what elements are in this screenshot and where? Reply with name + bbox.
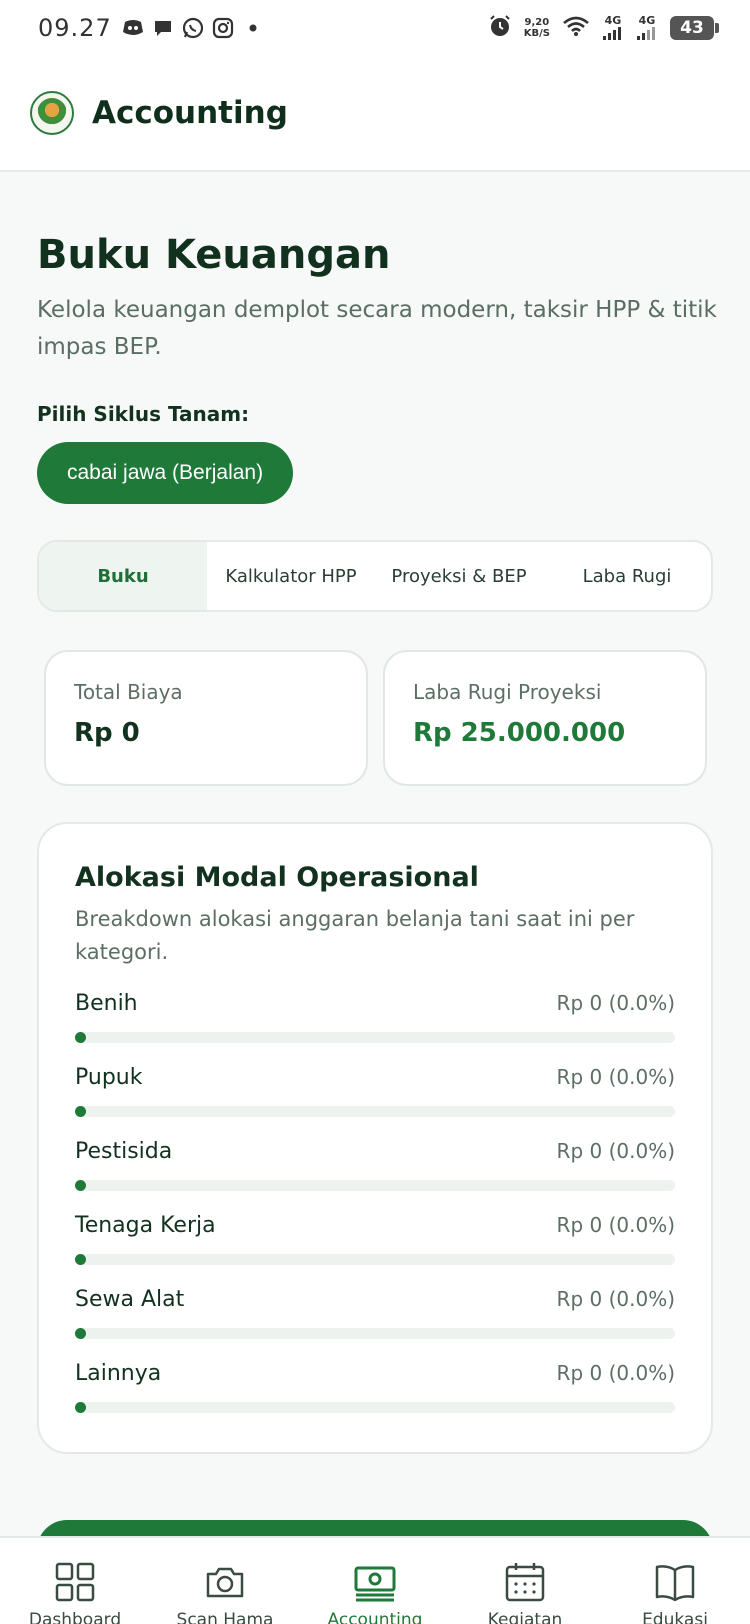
allocation-row-benih: Benih Rp 0 (0.0%) — [75, 983, 675, 1057]
allocation-progress-track — [75, 1180, 675, 1191]
allocation-value: Rp 0 (0.0%) — [556, 1287, 675, 1311]
allocation-progress-track — [75, 1106, 675, 1117]
dot-icon — [242, 17, 264, 39]
status-time: 09.27 — [38, 14, 112, 42]
money-icon — [354, 1566, 396, 1602]
discord-icon — [122, 17, 144, 39]
status-bar: 09.27 9,20 KB/S 4G 4G 43 — [0, 0, 750, 56]
allocation-progress-track — [75, 1402, 675, 1413]
nav-label: Edukasi — [642, 1610, 708, 1624]
nav-kegiatan[interactable]: Kegiatan — [450, 1538, 600, 1624]
nav-scan-hama[interactable]: Scan Hama — [150, 1538, 300, 1624]
network-speed: 9,20 KB/S — [523, 17, 550, 39]
camera-icon — [206, 1567, 244, 1598]
cycle-label: Pilih Siklus Tanam: — [37, 402, 250, 426]
instagram-icon — [212, 17, 234, 39]
allocation-progress-track — [75, 1032, 675, 1043]
calendar-icon — [505, 1563, 545, 1602]
allocation-row-tenaga-kerja: Tenaga Kerja Rp 0 (0.0%) — [75, 1205, 675, 1279]
laba-rugi-label: Laba Rugi Proyeksi — [413, 680, 602, 704]
allocation-name: Lainnya — [75, 1361, 162, 1386]
allocation-progress-fill — [75, 1032, 86, 1043]
nav-label: Kegiatan — [487, 1610, 563, 1624]
allocation-name: Pestisida — [75, 1139, 173, 1164]
app-header: Accounting — [0, 56, 750, 172]
page-title: Buku Keuangan — [37, 232, 391, 278]
allocation-value: Rp 0 (0.0%) — [556, 1361, 675, 1385]
allocation-value: Rp 0 (0.0%) — [556, 991, 675, 1015]
book-icon — [655, 1565, 695, 1602]
laba-rugi-value: Rp 25.000.000 — [413, 718, 626, 748]
signal-2: 4G — [636, 15, 658, 40]
allocation-name: Pupuk — [75, 1065, 143, 1090]
chat-icon — [152, 17, 174, 39]
bottom-nav: Dashboard Scan Hama Accounting Kegiatan … — [0, 1536, 750, 1624]
laba-rugi-card: Laba Rugi Proyeksi Rp 25.000.000 — [383, 650, 707, 786]
status-right: 9,20 KB/S 4G 4G 43 — [488, 14, 719, 42]
tab-proyeksi-bep[interactable]: Proyeksi & BEP — [375, 542, 543, 610]
allocation-row-pestisida: Pestisida Rp 0 (0.0%) — [75, 1131, 675, 1205]
allocation-progress-fill — [75, 1402, 86, 1413]
allocation-progress-fill — [75, 1180, 86, 1191]
allocation-subtitle: Breakdown alokasi anggaran belanja tani … — [75, 907, 635, 964]
allocation-card: Alokasi Modal Operasional Breakdown alok… — [37, 822, 713, 1454]
tab-laba-rugi[interactable]: Laba Rugi — [543, 542, 711, 610]
allocation-progress-fill — [75, 1254, 86, 1265]
nav-label: Accounting — [327, 1610, 423, 1624]
nav-accounting[interactable]: Accounting — [300, 1538, 450, 1624]
battery-indicator: 43 — [670, 16, 719, 40]
app-title: Accounting — [92, 95, 288, 131]
allocation-title: Alokasi Modal Operasional — [75, 862, 479, 893]
total-biaya-value: Rp 0 — [74, 718, 140, 748]
grid-icon — [55, 1562, 95, 1602]
wifi-icon — [562, 15, 590, 41]
total-biaya-card: Total Biaya Rp 0 — [44, 650, 368, 786]
allocation-value: Rp 0 (0.0%) — [556, 1065, 675, 1089]
nav-edukasi[interactable]: Edukasi — [600, 1538, 750, 1624]
nav-dashboard[interactable]: Dashboard — [0, 1538, 150, 1624]
allocation-progress-fill — [75, 1328, 86, 1339]
allocation-value: Rp 0 (0.0%) — [556, 1139, 675, 1163]
tab-kalkulator-hpp[interactable]: Kalkulator HPP — [207, 542, 375, 610]
tab-bar: Buku Kalkulator HPP Proyeksi & BEP Laba … — [37, 540, 713, 612]
allocation-progress-track — [75, 1254, 675, 1265]
allocation-name: Benih — [75, 991, 138, 1016]
page-subtitle: Kelola keuangan demplot secara modern, t… — [37, 297, 717, 360]
nav-label: Scan Hama — [176, 1610, 274, 1624]
allocation-row-sewa-alat: Sewa Alat Rp 0 (0.0%) — [75, 1279, 675, 1353]
alarm-icon — [488, 14, 512, 42]
allocation-row-pupuk: Pupuk Rp 0 (0.0%) — [75, 1057, 675, 1131]
whatsapp-icon — [182, 17, 204, 39]
allocation-row-lainnya: Lainnya Rp 0 (0.0%) — [75, 1353, 675, 1427]
app-logo — [30, 91, 74, 135]
total-biaya-label: Total Biaya — [74, 680, 183, 704]
allocation-progress-fill — [75, 1106, 86, 1117]
tab-buku[interactable]: Buku — [39, 542, 207, 610]
signal-1: 4G — [602, 15, 624, 40]
allocation-name: Tenaga Kerja — [75, 1213, 216, 1238]
allocation-progress-track — [75, 1328, 675, 1339]
notification-icons — [122, 17, 264, 39]
cycle-selector-button[interactable]: cabai jawa (Berjalan) — [37, 442, 294, 504]
nav-label: Dashboard — [28, 1610, 122, 1624]
allocation-name: Sewa Alat — [75, 1287, 185, 1312]
allocation-list: Benih Rp 0 (0.0%) Pupuk Rp 0 (0.0%) Pest… — [75, 983, 675, 1427]
allocation-value: Rp 0 (0.0%) — [556, 1213, 675, 1237]
